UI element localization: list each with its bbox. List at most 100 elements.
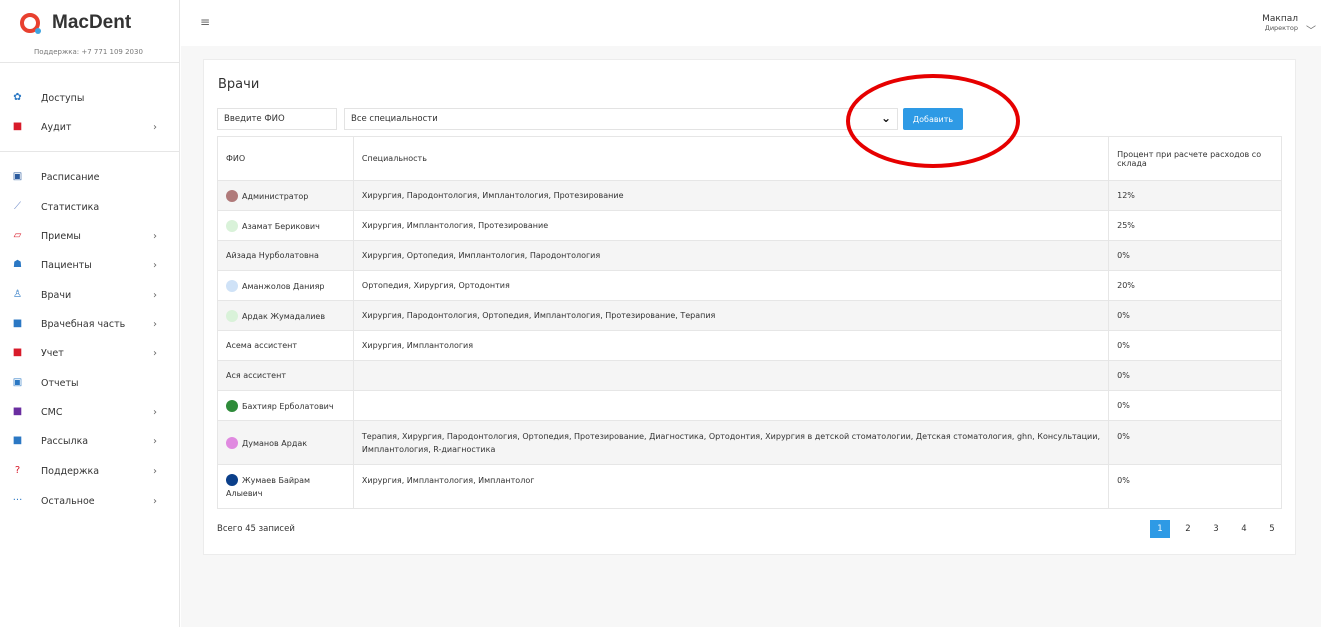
- user-menu[interactable]: Макпал Директор ﹀: [1262, 14, 1316, 37]
- sidebar-item-label: Аудит: [41, 121, 72, 133]
- doctor-name-cell[interactable]: Азамат Берикович: [217, 210, 354, 241]
- sidebar-item-label: Отчеты: [41, 377, 79, 389]
- doctor-name: Асема ассистент: [226, 341, 298, 350]
- doctor-specialty-cell: Хирургия, Ортопедия, Имплантология, Паро…: [352, 240, 1110, 271]
- sidebar-item-13[interactable]: ··· Остальное ›: [0, 490, 180, 512]
- doctor-percent-cell: 25%: [1108, 210, 1282, 241]
- table-row[interactable]: Азамат Берикович Хирургия, Имплантология,…: [217, 210, 1282, 241]
- sidebar-item-12[interactable]: ? Поддержка ›: [0, 460, 180, 482]
- page-button-3[interactable]: 3: [1206, 520, 1226, 538]
- user-role: Директор: [1264, 24, 1298, 32]
- doctors-panel: Врачи Все специальности ⌄ Добавить ФИО С…: [203, 59, 1296, 555]
- doctor-specialty-cell: Ортопедия, Хирургия, Ортодонтия: [352, 270, 1110, 301]
- sidebar-item-4[interactable]: ▱ Приемы ›: [0, 225, 180, 247]
- sidebar-item-7[interactable]: ■ Врачебная часть ›: [0, 313, 180, 335]
- page-button-1[interactable]: 1: [1150, 520, 1170, 538]
- doctor-name: Ася ассистент: [226, 371, 286, 380]
- doctor-name: Айзада Нурболатовна: [226, 251, 319, 260]
- sidebar-item-8[interactable]: ■ Учет ›: [0, 342, 180, 364]
- top-bar: ≡ Макпал Директор ﹀: [180, 0, 1321, 46]
- column-header-fio[interactable]: ФИО: [217, 136, 354, 181]
- app-window: MacDent Поддержка: +7 771 109 2030 ✿ Дост…: [0, 0, 1321, 627]
- doctor-color-dot: [226, 399, 238, 412]
- doctor-percent-cell: 0%: [1108, 360, 1282, 391]
- doctors-table-body: Администратор Хирургия, Пародонтология, И…: [217, 180, 1282, 509]
- doctor-name-cell[interactable]: Айзада Нурболатовна: [217, 240, 354, 271]
- sidebar-item-1[interactable]: ■ Аудит ›: [0, 116, 180, 138]
- sidebar: MacDent Поддержка: +7 771 109 2030 ✿ Дост…: [0, 0, 180, 627]
- sidebar-item-6[interactable]: ♙ Врачи ›: [0, 284, 180, 306]
- doctor-icon: ♙: [13, 289, 22, 300]
- column-header-percent[interactable]: Процент при расчете расходов со склада: [1108, 136, 1282, 181]
- doctor-specialty-cell: Хирургия, Имплантология, Протезирование: [352, 210, 1110, 241]
- doctor-name-cell[interactable]: Асема ассистент: [217, 330, 354, 361]
- chevron-down-icon: ⌄: [880, 111, 891, 125]
- doctor-specialty-cell: Хирургия, Пародонтология, Имплантология,…: [352, 180, 1110, 211]
- chevron-right-icon: ›: [153, 435, 157, 447]
- chevron-down-icon: ﹀: [1306, 26, 1316, 37]
- table-row[interactable]: Ася ассистент 0%: [217, 360, 1282, 391]
- doctor-name: Ардак Жумадалиев: [242, 311, 326, 321]
- chevron-right-icon: ›: [153, 495, 157, 507]
- table-row[interactable]: Аманжолов Данияр Ортопедия, Хирургия, Орт…: [217, 270, 1282, 301]
- user-name: Макпал: [1262, 14, 1298, 24]
- sidebar-item-5[interactable]: ☗ Пациенты ›: [0, 254, 180, 276]
- doctor-percent-cell: 0%: [1108, 330, 1282, 361]
- hamburger-menu-icon[interactable]: ≡: [200, 15, 210, 29]
- chart-icon: ⟋: [14, 201, 21, 212]
- table-header-row: ФИО Специальность Процент при расчете ра…: [217, 136, 1282, 181]
- doctor-color-dot: [226, 309, 238, 322]
- sidebar-item-11[interactable]: ■ Рассылка ›: [0, 430, 180, 452]
- sidebar-item-label: Рассылка: [41, 435, 89, 447]
- page-button-5[interactable]: 5: [1262, 520, 1282, 538]
- sidebar-item-2[interactable]: ▣ Расписание: [0, 166, 180, 188]
- sidebar-item-label: Пациенты: [41, 259, 92, 271]
- doctor-name-cell[interactable]: Бахтияр Ерболатович: [217, 390, 354, 421]
- appointment-icon: ▱: [13, 230, 22, 241]
- sidebar-item-9[interactable]: ▣ Отчеты: [0, 372, 180, 394]
- table-row[interactable]: Думанов Ардак Терапия, Хирургия, Пародонт…: [217, 420, 1282, 465]
- doctor-specialty-cell: Хирургия, Пародонтология, Ортопедия, Имп…: [352, 300, 1110, 331]
- page-button-4[interactable]: 4: [1234, 520, 1254, 538]
- report-icon: ▣: [12, 377, 23, 388]
- doctor-name-cell[interactable]: Ардак Жумадалиев: [217, 300, 354, 331]
- add-doctor-button[interactable]: Добавить: [903, 108, 963, 130]
- doctor-name-cell[interactable]: Ася ассистент: [217, 360, 354, 391]
- sidebar-item-0[interactable]: ✿ Доступы: [0, 87, 180, 109]
- page-button-2[interactable]: 2: [1178, 520, 1198, 538]
- table-row[interactable]: Бахтияр Ерболатович 0%: [217, 390, 1282, 421]
- doctor-name-cell[interactable]: Аманжолов Данияр: [217, 270, 354, 301]
- logo[interactable]: MacDent: [20, 10, 131, 36]
- sidebar-item-label: Статистика: [41, 201, 100, 213]
- chevron-right-icon: ›: [153, 465, 157, 477]
- doctor-percent-cell: 20%: [1108, 270, 1282, 301]
- chevron-right-icon: ›: [153, 318, 157, 330]
- macdent-logo-icon: [20, 13, 41, 34]
- chevron-right-icon: ›: [153, 406, 157, 418]
- sidebar-item-10[interactable]: ■ СМС ›: [0, 401, 180, 423]
- sidebar-item-label: СМС: [41, 406, 63, 418]
- doctor-name: Администратор: [242, 191, 309, 201]
- support-phone: Поддержка: +7 771 109 2030: [34, 48, 143, 56]
- doctors-table: ФИО Специальность Процент при расчете ра…: [217, 136, 1282, 509]
- table-row[interactable]: Ардак Жумадалиев Хирургия, Пародонтология…: [217, 300, 1282, 331]
- column-header-specialty[interactable]: Специальность: [352, 136, 1110, 181]
- audit-icon: ■: [12, 121, 23, 132]
- table-row[interactable]: Жумаев Байрам Алыевич Хирургия, Имплантол…: [217, 464, 1282, 509]
- doctor-specialty-cell: [352, 390, 1110, 421]
- sidebar-item-label: Поддержка: [41, 465, 100, 477]
- table-row[interactable]: Айзада Нурболатовна Хирургия, Ортопедия, …: [217, 240, 1282, 271]
- brand-name: MacDent: [52, 12, 132, 33]
- accounting-icon: ■: [12, 347, 23, 358]
- fio-search-input[interactable]: [217, 108, 337, 130]
- table-row[interactable]: Асема ассистент Хирургия, Имплантология 0%: [217, 330, 1282, 361]
- doctor-name-cell[interactable]: Жумаев Байрам Алыевич: [217, 464, 354, 509]
- table-row[interactable]: Администратор Хирургия, Пародонтология, И…: [217, 180, 1282, 211]
- doctor-percent-cell: 0%: [1108, 464, 1282, 509]
- doctor-name-cell[interactable]: Думанов Ардак: [217, 420, 354, 465]
- chevron-right-icon: ›: [153, 259, 157, 271]
- sms-icon: ■: [12, 406, 23, 417]
- doctor-name-cell[interactable]: Администратор: [217, 180, 354, 211]
- sidebar-item-3[interactable]: ⟋ Статистика: [0, 196, 180, 218]
- specialty-select[interactable]: Все специальности ⌄: [344, 108, 898, 130]
